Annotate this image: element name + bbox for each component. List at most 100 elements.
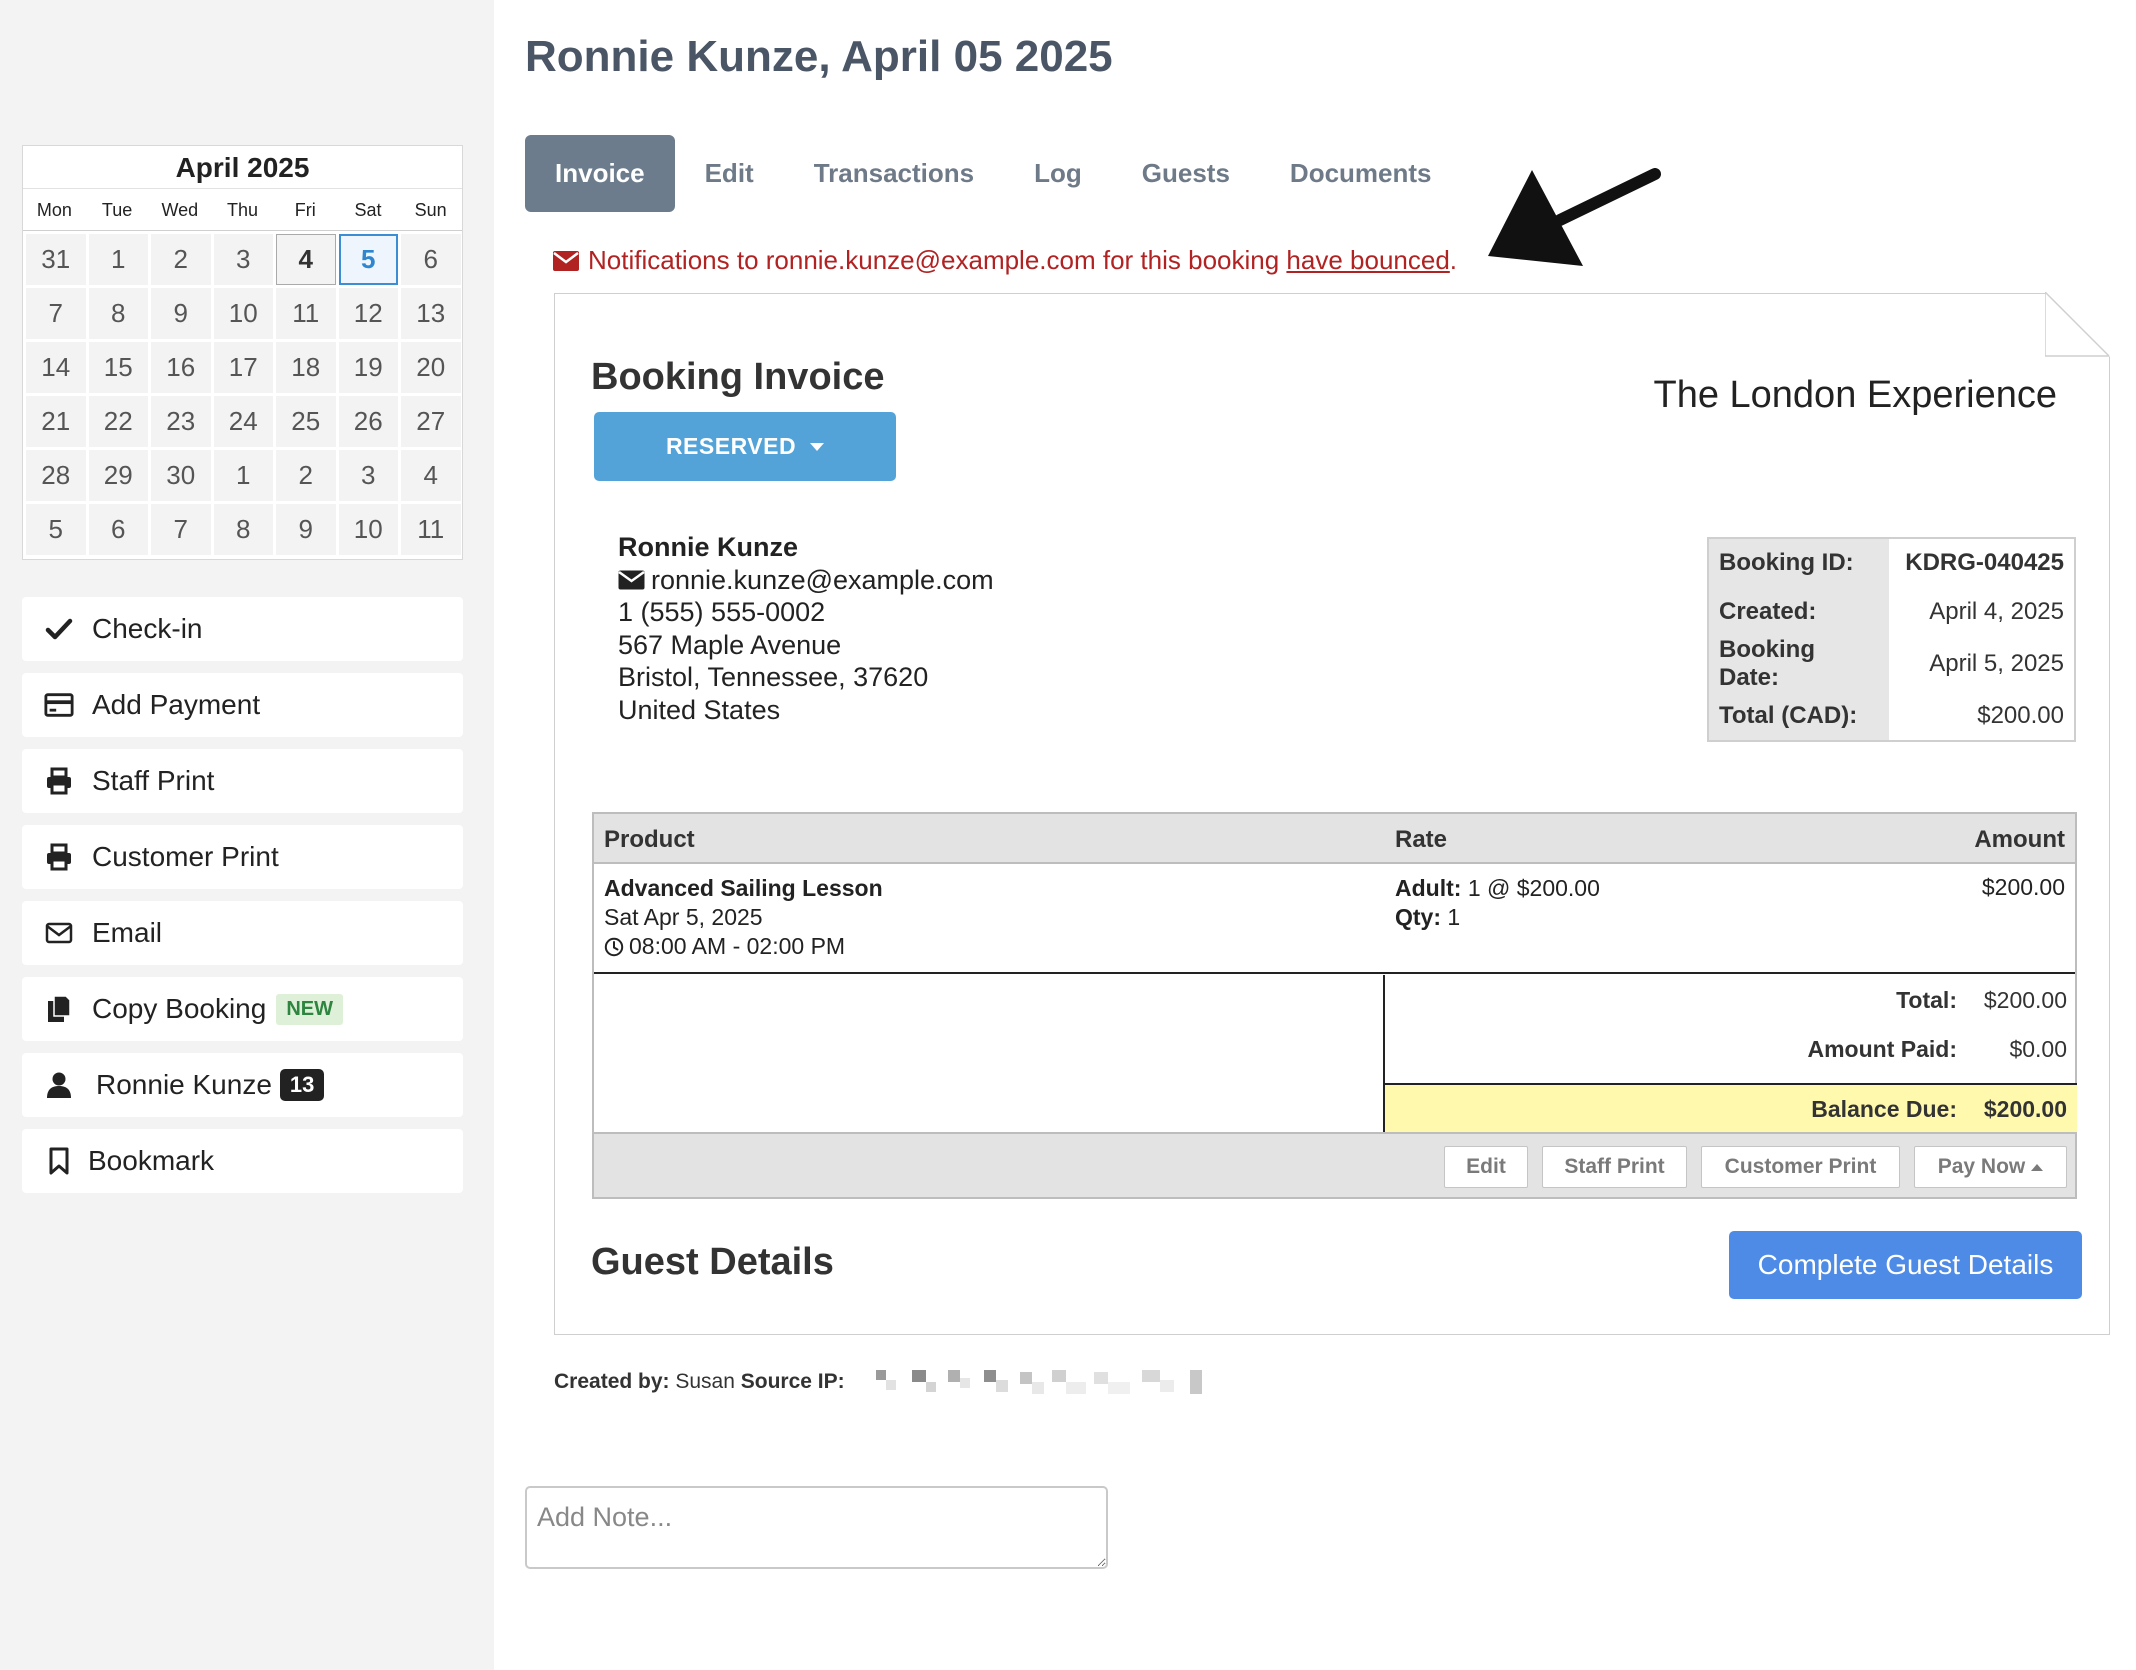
calendar-weekday: Sat bbox=[354, 200, 382, 220]
meta-label: Created: bbox=[1708, 587, 1889, 636]
calendar-day[interactable]: 11 bbox=[401, 504, 461, 555]
calendar-day-selected[interactable]: 5 bbox=[338, 234, 398, 285]
calendar-weekday: Tue bbox=[101, 200, 133, 220]
staff-print-small-button[interactable]: Staff Print bbox=[1542, 1146, 1687, 1188]
calendar-day[interactable]: 10 bbox=[338, 504, 398, 555]
tab-guests[interactable]: Guests bbox=[1112, 135, 1260, 212]
annotation-arrow-icon bbox=[1488, 168, 1661, 266]
sidebar: April 2025 Mon Tue Wed Thu Fri Sat Sun 31 1 2 3 4 5… bbox=[0, 0, 494, 1670]
copy-booking-button[interactable]: Copy Booking NEW bbox=[22, 977, 463, 1041]
calendar-day[interactable]: 23 bbox=[151, 396, 211, 447]
calendar-day[interactable]: 20 bbox=[401, 342, 461, 393]
calendar-day[interactable]: 2 bbox=[276, 450, 336, 501]
bounced-link[interactable]: have bounced bbox=[1286, 245, 1449, 276]
calendar-day[interactable]: 4 bbox=[401, 450, 461, 501]
calendar-day[interactable]: 3 bbox=[213, 234, 273, 285]
add-payment-label: Add Payment bbox=[92, 689, 261, 720]
envelope-icon bbox=[44, 918, 74, 948]
calendar-day[interactable]: 13 bbox=[401, 288, 461, 339]
customer-print-small-button[interactable]: Customer Print bbox=[1701, 1146, 1900, 1188]
customer-profile-button[interactable]: Ronnie Kunze 13 bbox=[22, 1053, 463, 1117]
calendar-day[interactable]: 16 bbox=[151, 342, 211, 393]
staff-print-button[interactable]: Staff Print bbox=[22, 749, 463, 813]
rate-label: Adult: bbox=[1395, 875, 1462, 901]
calendar-day[interactable]: 1 bbox=[213, 450, 273, 501]
calendar-day[interactable]: 28 bbox=[26, 450, 86, 501]
calendar-day[interactable]: 7 bbox=[151, 504, 211, 555]
company-name: The London Experience bbox=[1653, 374, 2057, 416]
caret-up-icon bbox=[2031, 1163, 2044, 1171]
header-product: Product bbox=[604, 826, 695, 853]
calendar-day[interactable]: 17 bbox=[213, 342, 273, 393]
bookmark-button[interactable]: Bookmark bbox=[22, 1129, 463, 1193]
calendar-day[interactable]: 9 bbox=[276, 504, 336, 555]
calendar-day[interactable]: 1 bbox=[88, 234, 148, 285]
calendar-month-title: April 2025 bbox=[23, 146, 462, 189]
tab-log[interactable]: Log bbox=[1004, 135, 1112, 212]
calendar-day[interactable]: 6 bbox=[88, 504, 148, 555]
add-payment-button[interactable]: Add Payment bbox=[22, 673, 463, 737]
calendar-day[interactable]: 15 bbox=[88, 342, 148, 393]
calendar-day[interactable]: 8 bbox=[88, 288, 148, 339]
calendar-day[interactable]: 21 bbox=[26, 396, 86, 447]
calendar-day[interactable]: 19 bbox=[338, 342, 398, 393]
check-in-button[interactable]: Check-in bbox=[22, 597, 463, 661]
calendar-day[interactable]: 18 bbox=[276, 342, 336, 393]
calendar-day[interactable]: 25 bbox=[276, 396, 336, 447]
envelope-icon bbox=[618, 570, 645, 590]
tab-edit[interactable]: Edit bbox=[675, 135, 784, 212]
status-label: RESERVED bbox=[665, 433, 797, 459]
invoice-title: Booking Invoice bbox=[591, 356, 885, 398]
copy-icon bbox=[44, 994, 74, 1024]
customer-print-button[interactable]: Customer Print bbox=[22, 825, 463, 889]
calendar-day[interactable]: 11 bbox=[276, 288, 336, 339]
staff-print-label: Staff Print bbox=[92, 765, 215, 796]
row-amount: $200.00 bbox=[1981, 874, 2065, 900]
header-rate: Rate bbox=[1395, 826, 1448, 853]
credit-card-icon bbox=[44, 690, 74, 720]
email-button[interactable]: Email bbox=[22, 901, 463, 965]
alert-text: Notifications to ronnie.kunze@example.co… bbox=[588, 245, 1287, 275]
calendar-day[interactable]: 24 bbox=[213, 396, 273, 447]
printer-icon bbox=[44, 766, 74, 796]
customer-info: Ronnie Kunze ronnie.kunze@example.com 1 … bbox=[618, 531, 994, 726]
calendar-day[interactable]: 4 bbox=[276, 234, 336, 285]
calendar-day[interactable]: 14 bbox=[26, 342, 86, 393]
tab-transactions[interactable]: Transactions bbox=[784, 135, 1004, 212]
calendar-day[interactable]: 10 bbox=[213, 288, 273, 339]
calendar-day[interactable]: 29 bbox=[88, 450, 148, 501]
edit-button[interactable]: Edit bbox=[1444, 1146, 1528, 1188]
customer-country: United States bbox=[618, 694, 781, 725]
table-row: Advanced Sailing Lesson Sat Apr 5, 2025 … bbox=[594, 864, 2075, 974]
calendar-day[interactable]: 31 bbox=[26, 234, 86, 285]
calendar-day[interactable]: 3 bbox=[338, 450, 398, 501]
calendar-day[interactable]: 9 bbox=[151, 288, 211, 339]
calendar-day[interactable]: 26 bbox=[338, 396, 398, 447]
bookmark-icon bbox=[44, 1146, 74, 1176]
calendar-day[interactable]: 27 bbox=[401, 396, 461, 447]
customer-email[interactable]: ronnie.kunze@example.com bbox=[651, 564, 994, 597]
booking-date-value: April 5, 2025 bbox=[1929, 650, 2064, 677]
calendar-day[interactable]: 7 bbox=[26, 288, 86, 339]
meta-row: Booking Date: April 5, 2025 bbox=[1708, 636, 2075, 692]
meta-row: Booking ID: KDRG-040425 bbox=[1708, 538, 2075, 587]
amount-paid-value: $0.00 bbox=[2009, 1036, 2067, 1062]
pay-now-button[interactable]: Pay Now bbox=[1914, 1146, 2067, 1188]
complete-guest-details-button[interactable]: Complete Guest Details bbox=[1729, 1231, 2082, 1299]
calendar-day[interactable]: 6 bbox=[401, 234, 461, 285]
calendar-day[interactable]: 2 bbox=[151, 234, 211, 285]
status-dropdown[interactable]: RESERVED bbox=[594, 412, 896, 481]
calendar-day[interactable]: 5 bbox=[26, 504, 86, 555]
add-note-input[interactable] bbox=[525, 1486, 1108, 1569]
calendar-day[interactable]: 8 bbox=[213, 504, 273, 555]
tab-invoice[interactable]: Invoice bbox=[525, 135, 675, 212]
copy-booking-label: Copy Booking bbox=[92, 993, 267, 1024]
calendar-day[interactable]: 22 bbox=[88, 396, 148, 447]
calendar-day-grid: 31 1 2 3 4 5 6 7 8 9 10 11 12 13 14 15 16 17 18 19 20 21 22 23 2… bbox=[23, 231, 462, 555]
tab-documents[interactable]: Documents bbox=[1260, 135, 1462, 212]
calendar-day[interactable]: 30 bbox=[151, 450, 211, 501]
guest-details-title: Guest Details bbox=[591, 1241, 834, 1283]
calendar-day[interactable]: 12 bbox=[338, 288, 398, 339]
source-ip-label: Source IP: bbox=[740, 1370, 845, 1393]
user-icon bbox=[44, 1070, 74, 1100]
